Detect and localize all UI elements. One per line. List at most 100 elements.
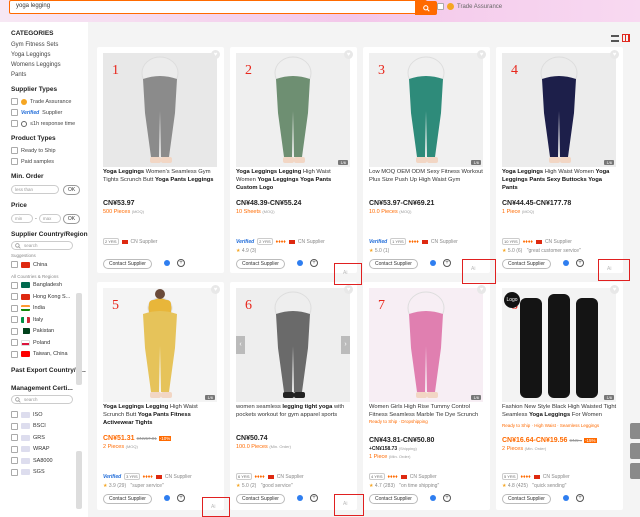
cert-search-input[interactable]: search <box>11 395 73 404</box>
checkbox[interactable] <box>11 281 18 289</box>
checkbox[interactable] <box>11 339 18 347</box>
product-card[interactable]: 8 1/6 Logo ♥ Fashion New Style Black Hig… <box>496 282 623 510</box>
checkbox[interactable] <box>11 422 18 430</box>
add-compare-icon[interactable]: + <box>310 259 318 267</box>
add-compare-icon[interactable]: + <box>177 259 185 267</box>
contact-supplier-button[interactable]: Contact Supplier <box>236 494 285 504</box>
product-card[interactable]: 3 1/6 ♥ Low MOQ OEM ODM Sexy Fitness Wor… <box>363 47 490 273</box>
product-image[interactable]: 2 1/6 <box>236 53 350 167</box>
product-image[interactable]: 8 1/6 Logo <box>502 288 616 402</box>
checkbox[interactable] <box>11 109 18 116</box>
favorite-heart-icon[interactable]: ♥ <box>211 50 220 59</box>
category-item[interactable]: Pants <box>11 70 88 80</box>
supplier-info[interactable]: 6 YRS ♦♦♦♦ CN Supplier <box>236 473 304 480</box>
add-compare-icon[interactable]: + <box>576 494 584 502</box>
list-view-icon[interactable] <box>611 35 619 42</box>
product-title[interactable]: Low MOQ OEM ODM Sexy Fitness Workout Plu… <box>369 169 485 185</box>
search-input[interactable]: yoga legging <box>16 3 50 9</box>
country-option[interactable]: Bangladesh <box>11 280 88 292</box>
supplier-info[interactable]: 4 YRS ♦♦♦♦ CN Supplier <box>369 473 437 480</box>
product-title[interactable]: Yoga Leggings High Waist Women Yoga Legg… <box>502 169 618 192</box>
favorite-heart-icon[interactable]: ♥ <box>477 50 486 59</box>
favorite-heart-icon[interactable]: ♥ <box>610 50 619 59</box>
supplier-info[interactable]: Verified 3 YRS ♦♦♦♦ CN Supplier <box>103 473 192 480</box>
search-button[interactable] <box>415 1 437 15</box>
paid-samples-option[interactable]: Paid samples <box>11 156 88 167</box>
verified-supplier-option[interactable]: Verified Supplier <box>11 107 88 118</box>
checkbox[interactable] <box>11 261 18 269</box>
chat-icon[interactable] <box>563 495 569 501</box>
product-title[interactable]: Yoga Leggings Legging High Waist Women Y… <box>236 169 352 192</box>
ai-icon[interactable]: Ai <box>607 266 611 272</box>
product-card[interactable]: 5 1/6 ♥ Yoga Leggings Legging High Waist… <box>97 282 224 510</box>
ready-to-ship-option[interactable]: Ready to Ship <box>11 145 88 156</box>
checkbox[interactable] <box>11 327 18 335</box>
checkbox[interactable] <box>11 120 18 127</box>
product-image[interactable]: 6 ‹ › <box>236 288 350 402</box>
min-order-ok-button[interactable]: OK <box>63 184 81 195</box>
contact-supplier-button[interactable]: Contact Supplier <box>103 259 152 269</box>
add-compare-icon[interactable]: + <box>443 259 451 267</box>
checkbox[interactable] <box>11 158 18 165</box>
trade-assurance-option[interactable]: Trade Assurance <box>11 96 88 107</box>
checkbox[interactable] <box>11 147 18 154</box>
cert-option[interactable]: BSCI <box>11 421 88 433</box>
contact-supplier-button[interactable]: Contact Supplier <box>502 259 551 269</box>
favorite-heart-icon[interactable]: ♥ <box>211 285 220 294</box>
favorite-heart-icon[interactable]: ♥ <box>610 285 619 294</box>
side-tool-button[interactable] <box>630 463 640 479</box>
supplier-info[interactable]: 5 YRS ♦♦♦♦ CN Supplier <box>502 473 570 480</box>
ai-icon[interactable]: Ai <box>343 270 347 276</box>
product-image[interactable]: 7 1/6 <box>369 288 483 402</box>
contact-supplier-button[interactable]: Contact Supplier <box>103 494 152 504</box>
contact-supplier-button[interactable]: Contact Supplier <box>369 494 418 504</box>
ai-icon[interactable]: Ai <box>471 266 475 272</box>
product-card[interactable]: 1 ♥ Yoga Leggings Women's Seamless Gym T… <box>97 47 224 273</box>
add-compare-icon[interactable]: + <box>310 494 318 502</box>
price-min-input[interactable]: min <box>11 214 33 223</box>
management-cert-title[interactable]: Management Certi... <box>11 385 88 392</box>
grid-view-icon[interactable] <box>622 34 630 42</box>
category-item[interactable]: Yoga Leggings <box>11 50 88 60</box>
prev-image-arrow[interactable]: ‹ <box>236 336 245 354</box>
cert-option[interactable]: ISO <box>11 409 88 421</box>
chat-icon[interactable] <box>430 495 436 501</box>
contact-supplier-button[interactable]: Contact Supplier <box>369 259 418 269</box>
checkbox[interactable] <box>11 316 18 324</box>
supplier-info[interactable]: 10 YRS ♦♦♦♦ CN Supplier <box>502 238 572 245</box>
checkbox[interactable] <box>11 350 18 358</box>
supplier-info[interactable]: Verified 2 YRS ♦♦♦♦ CN Supplier <box>236 238 325 245</box>
checkbox[interactable] <box>11 434 18 442</box>
product-card[interactable]: 6 ‹ › ♥ women seamless legging tight yoga… <box>230 282 357 510</box>
checkbox[interactable] <box>11 445 18 453</box>
product-card[interactable]: 2 1/6 ♥ Yoga Leggings Legging High Waist… <box>230 47 357 273</box>
region-search-input[interactable]: search <box>11 241 73 250</box>
checkbox[interactable] <box>11 411 18 419</box>
side-tool-button[interactable] <box>630 423 640 439</box>
contact-supplier-button[interactable]: Contact Supplier <box>502 494 551 504</box>
product-image[interactable]: 4 1/6 <box>502 53 616 167</box>
trade-assurance-checkbox[interactable] <box>437 3 444 10</box>
price-max-input[interactable]: max <box>38 214 61 223</box>
checkbox[interactable] <box>11 468 18 476</box>
min-order-input[interactable]: less than <box>11 185 59 194</box>
region-scrollbar[interactable] <box>76 293 82 385</box>
add-compare-icon[interactable]: + <box>177 494 185 502</box>
chat-icon[interactable] <box>164 495 170 501</box>
supplier-info[interactable]: Verified 1 YRS ♦♦♦♦ CN Supplier <box>369 238 458 245</box>
favorite-heart-icon[interactable]: ♥ <box>344 285 353 294</box>
checkbox[interactable] <box>11 457 18 465</box>
product-card[interactable]: 7 1/6 ♥ Women Girls High Rise Tummy Cont… <box>363 282 490 510</box>
product-image[interactable]: 3 1/6 <box>369 53 483 167</box>
ai-icon[interactable]: Ai <box>343 501 347 507</box>
product-title[interactable]: Yoga Leggings Women's Seamless Gym Tight… <box>103 169 219 185</box>
side-tool-button[interactable] <box>630 443 640 459</box>
checkbox[interactable] <box>11 304 18 312</box>
product-title[interactable]: Women Girls High Rise Tummy Control Fitn… <box>369 404 485 420</box>
chat-icon[interactable] <box>430 260 436 266</box>
add-compare-icon[interactable]: + <box>576 259 584 267</box>
cert-scrollbar[interactable] <box>76 451 82 509</box>
category-item[interactable]: Gym Fitness Sets <box>11 40 88 50</box>
search-bar[interactable]: yoga legging <box>9 0 437 15</box>
supplier-info[interactable]: 2 YRS CN Supplier <box>103 238 157 245</box>
